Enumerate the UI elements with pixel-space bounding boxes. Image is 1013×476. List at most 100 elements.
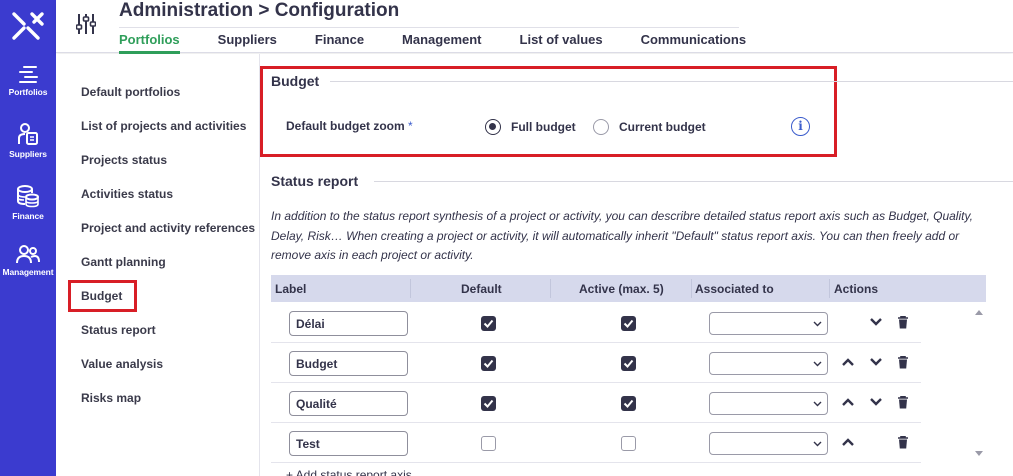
column-header-label: Label	[275, 282, 307, 296]
active-checkbox[interactable]	[621, 396, 636, 411]
tab-management[interactable]: Management	[402, 28, 481, 54]
suppliers-icon	[18, 123, 38, 145]
page-header: Administration > Configuration Portfolio…	[56, 0, 1013, 54]
budget-zoom-label: Default budget zoom *	[286, 119, 413, 133]
axis-label-input[interactable]: Budget	[289, 351, 408, 376]
scroll-down-arrow-icon[interactable]	[974, 450, 984, 458]
rail-label: Suppliers	[9, 149, 47, 159]
table-header: Label Default Active (max. 5) Associated…	[271, 275, 986, 302]
rail-item-management[interactable]: Management	[0, 244, 56, 300]
column-header-default: Default	[461, 282, 502, 296]
rail-label: Portfolios	[8, 87, 48, 97]
sidebar-item-status-report[interactable]: Status report	[81, 323, 156, 337]
move-up-icon[interactable]	[841, 436, 855, 448]
highlight-box-budget-nav	[68, 280, 137, 312]
column-separator	[550, 279, 551, 298]
move-up-icon[interactable]	[841, 356, 855, 368]
axis-label-input[interactable]: Délai	[289, 311, 408, 336]
app-logo-icon[interactable]	[10, 8, 46, 44]
config-sidebar: Default portfolios List of projects and …	[56, 54, 260, 476]
app-root: Portfolios Suppliers Finance Management …	[0, 0, 1013, 476]
chevron-down-icon	[813, 321, 822, 327]
management-icon	[16, 245, 40, 264]
move-down-icon[interactable]	[869, 316, 883, 328]
associated-to-select[interactable]	[709, 432, 828, 455]
trash-icon[interactable]	[897, 396, 909, 409]
sidebar-item-activities-status[interactable]: Activities status	[81, 187, 173, 201]
radio-indicator	[485, 119, 501, 135]
info-icon[interactable]: i	[791, 117, 810, 136]
table-row: Test	[271, 423, 921, 463]
chevron-down-icon	[813, 441, 822, 447]
sidebar-item-risks-map[interactable]: Risks map	[81, 391, 141, 405]
budget-zoom-label-text: Default budget zoom	[286, 119, 405, 133]
sidebar-item-default-portfolios[interactable]: Default portfolios	[81, 85, 180, 99]
radio-indicator	[593, 119, 609, 135]
highlight-box-budget-section	[260, 66, 837, 157]
column-header-active: Active (max. 5)	[579, 282, 664, 296]
associated-to-select[interactable]	[709, 392, 828, 415]
tab-bar: Portfolios Suppliers Finance Management …	[119, 27, 746, 54]
trash-icon[interactable]	[897, 436, 909, 449]
finance-icon	[17, 185, 39, 208]
sidebar-item-projects-status[interactable]: Projects status	[81, 153, 167, 167]
scroll-up-arrow-icon[interactable]	[974, 308, 984, 316]
status-report-description: In addition to the status report synthes…	[271, 209, 973, 262]
table-row: Qualité	[271, 383, 921, 423]
rail-item-portfolios[interactable]: Portfolios	[0, 64, 56, 120]
main-content: Budget Default budget zoom * Full budget…	[260, 54, 1013, 476]
column-separator	[691, 279, 692, 298]
sidebar-item-gantt-planning[interactable]: Gantt planning	[81, 255, 166, 269]
default-checkbox[interactable]	[481, 436, 496, 451]
column-header-actions: Actions	[834, 282, 879, 296]
sidebar-item-references[interactable]: Project and activity references	[81, 221, 255, 235]
tab-suppliers[interactable]: Suppliers	[218, 28, 277, 54]
tab-communications[interactable]: Communications	[641, 28, 746, 54]
tab-portfolios[interactable]: Portfolios	[119, 28, 180, 54]
sliders-icon[interactable]	[76, 13, 96, 35]
axis-label-input[interactable]: Test	[289, 431, 408, 456]
section-divider	[330, 81, 1013, 82]
active-checkbox[interactable]	[621, 356, 636, 371]
tab-finance[interactable]: Finance	[315, 28, 364, 54]
move-up-icon[interactable]	[841, 396, 855, 408]
sidebar-item-value-analysis[interactable]: Value analysis	[81, 357, 163, 371]
column-separator	[410, 279, 411, 298]
chevron-down-icon	[813, 361, 822, 367]
active-checkbox[interactable]	[621, 316, 636, 331]
budget-section-title: Budget	[271, 73, 320, 89]
associated-to-select[interactable]	[709, 312, 828, 335]
default-checkbox[interactable]	[481, 396, 496, 411]
move-down-icon[interactable]	[869, 396, 883, 408]
column-header-associated: Associated to	[695, 282, 774, 296]
default-checkbox[interactable]	[481, 316, 496, 331]
axis-label-input[interactable]: Qualité	[289, 391, 408, 416]
page-title: Administration > Configuration	[119, 0, 400, 21]
trash-icon[interactable]	[897, 356, 909, 369]
table-row: Délai	[271, 303, 921, 343]
sidebar-item-list-of-projects[interactable]: List of projects and activities	[81, 119, 246, 133]
rail-item-suppliers[interactable]: Suppliers	[0, 122, 56, 178]
associated-to-select[interactable]	[709, 352, 828, 375]
rail-item-finance[interactable]: Finance	[0, 184, 56, 240]
tab-list-of-values[interactable]: List of values	[520, 28, 603, 54]
move-down-icon[interactable]	[869, 356, 883, 368]
required-mark: *	[408, 119, 413, 133]
column-separator	[829, 279, 830, 298]
left-rail: Portfolios Suppliers Finance Management	[0, 0, 56, 476]
rail-label: Finance	[12, 211, 44, 221]
portfolios-icon	[19, 66, 38, 83]
rail-label: Management	[2, 267, 54, 277]
active-checkbox[interactable]	[621, 436, 636, 451]
default-checkbox[interactable]	[481, 356, 496, 371]
chevron-down-icon	[813, 401, 822, 407]
trash-icon[interactable]	[897, 316, 909, 329]
status-report-section-title: Status report	[271, 173, 359, 189]
radio-current-budget[interactable]: Current budget	[593, 119, 706, 135]
radio-label: Full budget	[511, 120, 576, 134]
radio-label: Current budget	[619, 120, 706, 134]
section-divider	[374, 181, 1013, 182]
table-row: Budget	[271, 343, 921, 383]
add-axis-link[interactable]: + Add status report axis	[286, 468, 412, 476]
radio-full-budget[interactable]: Full budget	[485, 119, 576, 135]
